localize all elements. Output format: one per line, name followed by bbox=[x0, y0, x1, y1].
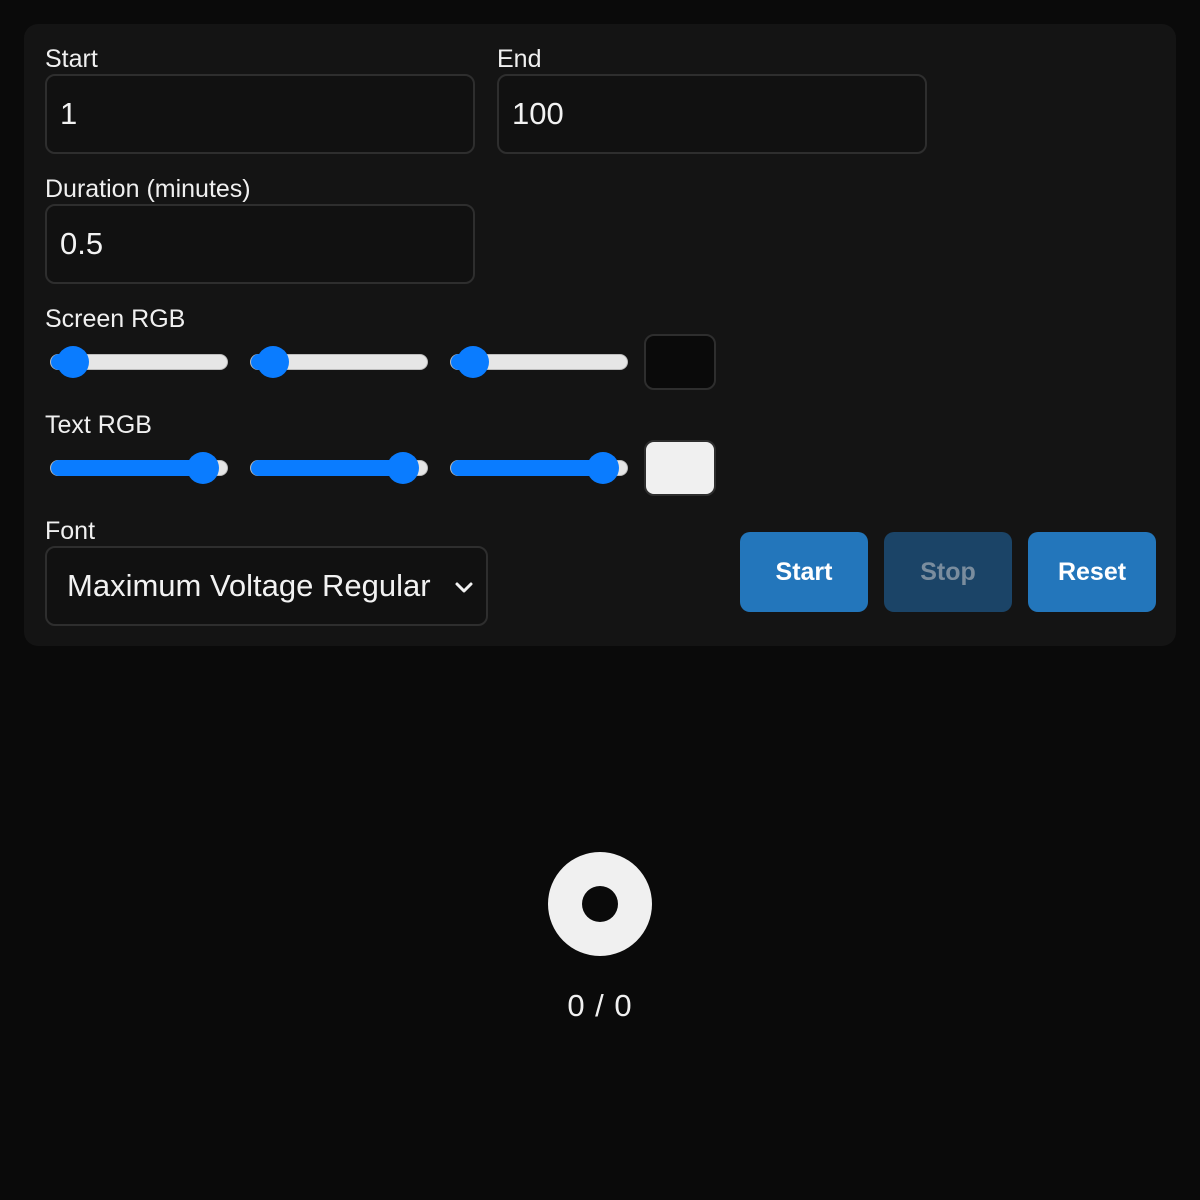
screen-rgb-label: Screen RGB bbox=[45, 305, 186, 333]
font-select-value: Maximum Voltage Regular bbox=[67, 568, 431, 603]
duration-input[interactable]: 0.5 bbox=[45, 204, 475, 284]
start-input[interactable]: 1 bbox=[45, 74, 475, 154]
duration-label: Duration (minutes) bbox=[45, 175, 251, 203]
fixation-dot bbox=[582, 886, 618, 922]
end-label: End bbox=[497, 45, 542, 73]
slider-thumb[interactable] bbox=[456, 346, 489, 378]
slider-fill bbox=[451, 460, 603, 476]
text-r-slider[interactable] bbox=[50, 452, 228, 484]
text-b-slider[interactable] bbox=[450, 452, 628, 484]
screen-color-swatch bbox=[644, 334, 716, 390]
reset-button[interactable]: Reset bbox=[1028, 532, 1156, 612]
end-input[interactable]: 100 bbox=[497, 74, 927, 154]
screen-b-slider[interactable] bbox=[450, 346, 628, 378]
start-label: Start bbox=[45, 45, 98, 73]
slider-thumb[interactable] bbox=[586, 452, 619, 484]
start-button[interactable]: Start bbox=[740, 532, 868, 612]
settings-panel: Start 1 End 100 Duration (minutes) 0.5 S… bbox=[24, 24, 1176, 646]
font-label: Font bbox=[45, 517, 96, 545]
text-color-swatch bbox=[644, 440, 716, 496]
screen-r-slider[interactable] bbox=[50, 346, 228, 378]
slider-fill bbox=[51, 460, 203, 476]
slider-thumb[interactable] bbox=[386, 452, 419, 484]
chevron-down-icon bbox=[455, 582, 473, 593]
slider-thumb[interactable] bbox=[256, 346, 289, 378]
slider-thumb[interactable] bbox=[56, 346, 89, 378]
text-g-slider[interactable] bbox=[250, 452, 428, 484]
slider-thumb[interactable] bbox=[186, 452, 219, 484]
text-rgb-label: Text RGB bbox=[45, 411, 152, 439]
font-select[interactable]: Maximum Voltage Regular bbox=[45, 546, 488, 626]
fixation-ring-icon bbox=[548, 852, 652, 956]
slider-fill bbox=[251, 460, 403, 476]
screen-g-slider[interactable] bbox=[250, 346, 428, 378]
stop-button[interactable]: Stop bbox=[884, 532, 1012, 612]
progress-counter: 0 / 0 bbox=[567, 988, 633, 1023]
